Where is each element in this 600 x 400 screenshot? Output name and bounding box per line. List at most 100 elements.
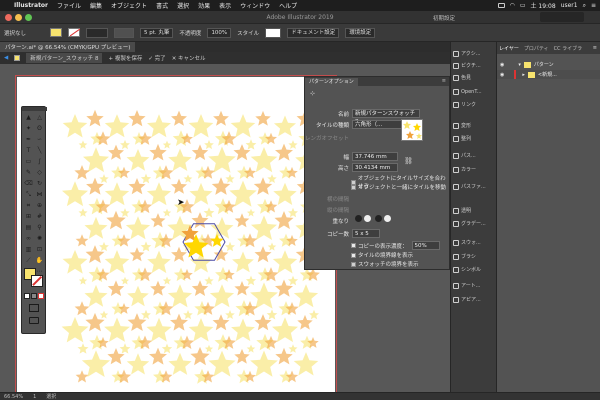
tab-layers[interactable]: レイヤー — [499, 45, 519, 52]
pattern-star-copy[interactable] — [158, 301, 174, 316]
menu-edit[interactable]: 編集 — [90, 1, 102, 10]
pattern-star-copy[interactable] — [162, 276, 172, 285]
save-copy-button[interactable]: + 複製を保存 — [108, 54, 142, 62]
pattern-star-copy[interactable] — [225, 241, 235, 252]
width-field[interactable]: 37.746 mm — [352, 152, 398, 161]
pattern-star-copy[interactable] — [86, 177, 104, 195]
preferences-button[interactable]: 環境設定 — [345, 27, 376, 38]
pattern-star-copy[interactable] — [246, 344, 256, 353]
menu-file[interactable]: ファイル — [57, 1, 81, 10]
pen-tool-icon[interactable]: ✒ — [23, 135, 34, 144]
pattern-star-copy[interactable] — [81, 350, 111, 377]
pattern-star-copy[interactable] — [167, 284, 193, 308]
pattern-star-copy[interactable] — [272, 317, 298, 343]
pattern-star-copy[interactable] — [287, 275, 299, 286]
pattern-star-copy[interactable] — [246, 208, 256, 217]
pattern-star-copy[interactable] — [254, 314, 272, 331]
display-icon[interactable] — [497, 3, 505, 8]
pattern-star-copy[interactable] — [273, 182, 297, 205]
show-tile-edge-checkbox[interactable]: タイルの境界線を表示 — [351, 251, 413, 259]
eraser-tool-icon[interactable]: ⌫ — [23, 179, 34, 188]
pattern-star-copy[interactable] — [225, 174, 235, 183]
opacity-field[interactable]: 100% — [207, 27, 232, 38]
dock-item-color-guide[interactable]: 色見 — [453, 74, 471, 81]
pattern-star-copy[interactable] — [149, 143, 167, 161]
paintbrush-tool-icon[interactable]: ∫ — [34, 157, 45, 166]
pattern-star-copy[interactable] — [232, 251, 254, 273]
slice-tool-icon[interactable]: ⟋ — [23, 256, 34, 265]
dock-item-transparency[interactable]: 透明 — [453, 207, 471, 214]
pattern-star-copy[interactable] — [171, 246, 187, 262]
hand-tool-icon[interactable]: ✋ — [34, 256, 45, 265]
pattern-star-copy[interactable] — [126, 149, 150, 171]
artboard[interactable] — [17, 77, 335, 392]
curvature-tool-icon[interactable]: ∽ — [34, 135, 45, 144]
pattern-star-copy[interactable] — [74, 165, 90, 180]
pattern-star-copy[interactable] — [125, 216, 151, 240]
pattern-star-copy[interactable] — [95, 131, 111, 146]
pattern-star-copy[interactable] — [191, 144, 209, 160]
pattern-star-copy[interactable] — [245, 275, 257, 286]
dock-item-actions[interactable]: アクシ... — [453, 50, 481, 57]
pattern-star-copy[interactable] — [83, 147, 109, 173]
menu-window[interactable]: ウィンドウ — [240, 1, 270, 10]
artboard-tool-icon[interactable]: ⊡ — [34, 245, 45, 254]
pattern-star-copy[interactable] — [297, 314, 313, 330]
pattern-star-copy[interactable] — [250, 350, 278, 377]
pattern-star-copy[interactable] — [119, 343, 131, 354]
pattern-star-copy[interactable] — [183, 174, 193, 183]
screen-mode-icon[interactable] — [29, 317, 39, 324]
type-tool-icon[interactable]: T — [23, 146, 34, 155]
pattern-star-copy[interactable] — [230, 114, 256, 138]
height-field[interactable]: 30.4134 mm — [352, 163, 398, 172]
brush-definition[interactable]: 5 pt. 丸筆 — [140, 27, 174, 38]
workspace-switcher[interactable]: 初期設定 — [433, 14, 455, 22]
show-swatch-bounds-checkbox[interactable]: スウォッチの境界を表示 — [351, 260, 419, 268]
pattern-star-copy[interactable] — [62, 181, 88, 207]
pattern-star-copy[interactable] — [146, 182, 172, 206]
dock-item-artboards[interactable]: アート... — [453, 282, 480, 289]
pattern-star-copy[interactable] — [254, 246, 272, 263]
pattern-star-copy[interactable] — [188, 114, 214, 138]
pattern-star-copy[interactable] — [84, 284, 108, 307]
pattern-star-copy[interactable] — [225, 310, 235, 319]
pattern-star-copy[interactable] — [233, 144, 251, 161]
pattern-star-copy[interactable] — [149, 347, 167, 365]
pattern-star-copy[interactable] — [162, 208, 172, 217]
pattern-star-copy[interactable] — [147, 250, 171, 274]
menu-app-name[interactable]: Illustrator — [14, 2, 48, 9]
dock-item-stroke[interactable]: パス... — [453, 152, 476, 159]
checkbox-icon[interactable] — [351, 261, 356, 267]
variable-width-profile[interactable] — [114, 27, 135, 38]
pattern-star-copy[interactable] — [128, 178, 146, 195]
pattern-options-header[interactable]: パターンオプション ≡ — [305, 77, 449, 86]
pattern-star-copy[interactable] — [234, 213, 250, 228]
cancel-button[interactable]: ✕ キャンセル — [172, 54, 206, 62]
pattern-star-copy[interactable] — [74, 301, 90, 316]
move-tile-checkbox[interactable]: オブジェクトと一緒にタイルを移動 — [351, 183, 446, 191]
symbol-sprayer-tool-icon[interactable]: ✺ — [34, 234, 45, 243]
pattern-star-copy[interactable] — [255, 110, 271, 126]
dock-item-image-trace[interactable]: ピクチ... — [453, 62, 481, 69]
pattern-star-copy[interactable] — [140, 241, 152, 252]
tools-panel-grip[interactable] — [22, 107, 47, 111]
pattern-star-copy[interactable] — [104, 317, 130, 342]
menu-type[interactable]: 書式 — [156, 1, 168, 10]
shaper-tool-icon[interactable]: ◇ — [34, 168, 45, 177]
pattern-star-copy[interactable] — [120, 208, 130, 217]
pattern-star-copy[interactable] — [234, 348, 250, 364]
dock-item-align[interactable]: 整列 — [453, 135, 471, 142]
pattern-star-copy[interactable] — [85, 312, 105, 332]
pattern-star-copy[interactable] — [78, 276, 88, 285]
dim-copies-checkbox[interactable]: コピーの表示濃度： 50% — [351, 241, 440, 250]
panel-menu-icon[interactable]: ≡ — [442, 78, 446, 84]
menu-view[interactable]: 表示 — [219, 1, 231, 10]
rectangle-tool-icon[interactable]: ▭ — [23, 157, 34, 166]
pattern-star-copy[interactable] — [75, 370, 89, 383]
menu-clock[interactable]: 土 19:08 — [530, 1, 555, 10]
pattern-star-copy[interactable] — [267, 174, 277, 183]
rotate-tool-icon[interactable]: ↻ — [34, 179, 45, 188]
done-button[interactable]: ✓ 完了 — [148, 54, 165, 62]
magic-wand-tool-icon[interactable]: ✦ — [23, 124, 34, 133]
tile-edit-tool-icon[interactable]: ⊹ — [310, 90, 315, 97]
